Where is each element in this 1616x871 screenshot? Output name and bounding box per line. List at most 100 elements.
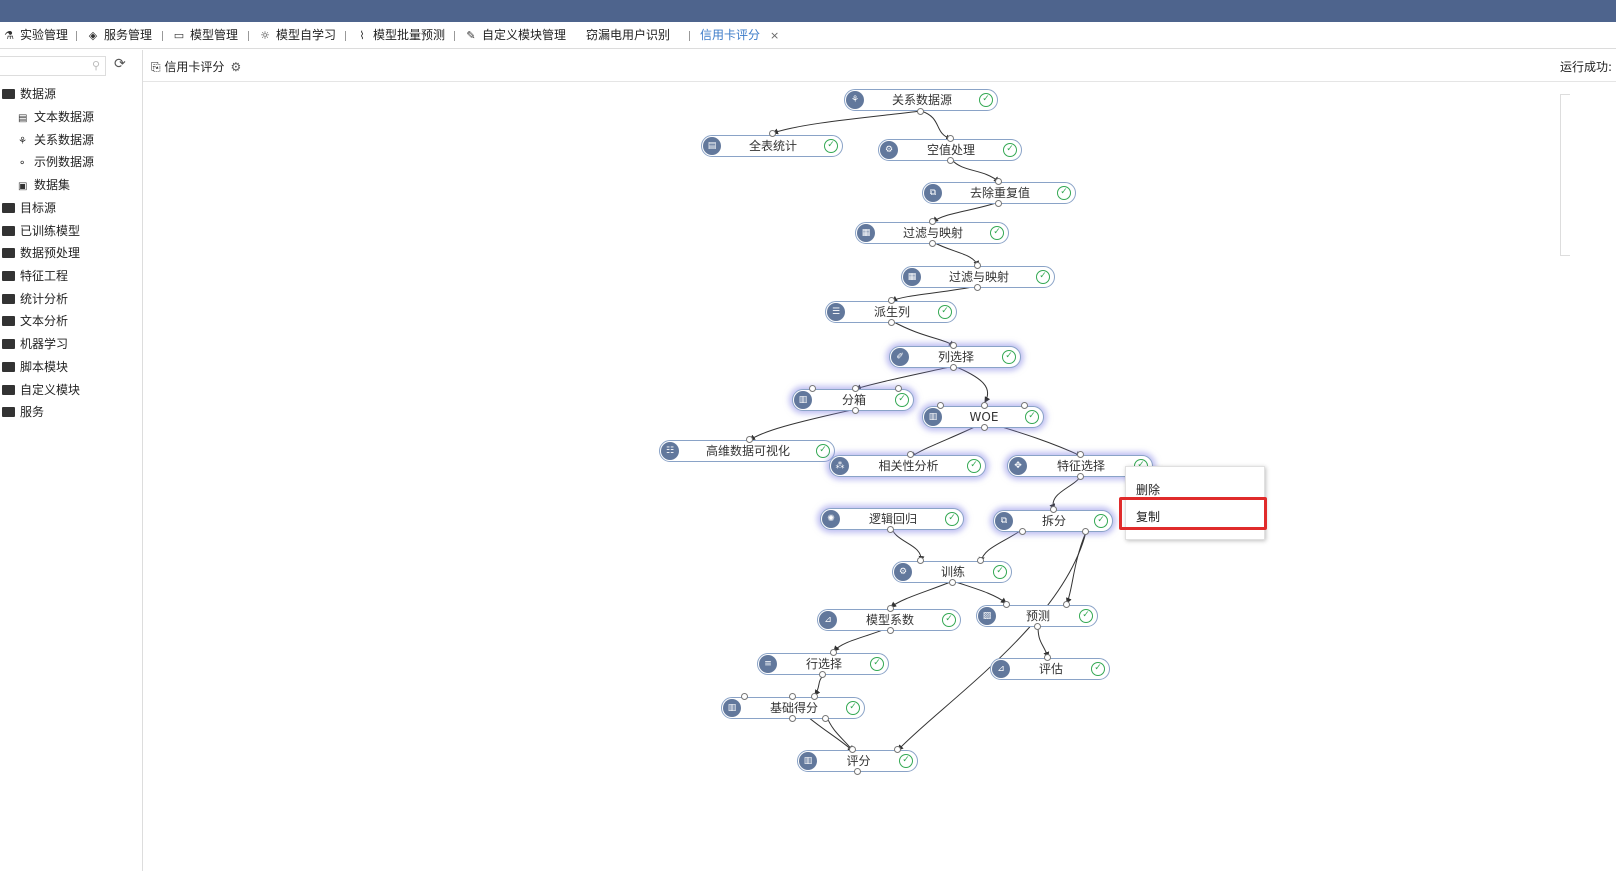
output-port[interactable] [852,407,859,414]
input-port[interactable] [981,402,988,409]
tab-batch-prediction[interactable]: ⌇ 模型批量预测 [355,22,445,49]
tab-custom-module-management[interactable]: ✎ 自定义模块管理 [464,22,566,49]
output-port[interactable] [995,200,1002,207]
output-port[interactable] [887,627,894,634]
input-port[interactable] [1063,601,1070,608]
input-port[interactable] [995,178,1002,185]
tree-item-text-data-source[interactable]: ▤ 文本数据源 [18,107,94,127]
output-port[interactable] [1082,528,1089,535]
input-port[interactable] [888,297,895,304]
input-port[interactable] [1021,402,1028,409]
input-port[interactable] [977,557,984,564]
folder-icon [2,203,15,213]
tree-item-machine-learning[interactable]: 机器学习 [2,334,68,354]
tree-item-dataset[interactable]: ▣ 数据集 [18,175,70,195]
tree-item-data-source[interactable]: 数据源 [2,84,56,104]
output-port[interactable] [1019,528,1026,535]
tab-model-self-learning[interactable]: ☼ 模型自学习 [258,22,336,49]
search-input[interactable]: ⚲ [0,56,106,76]
input-port[interactable] [947,135,954,142]
tree-item-data-preprocessing[interactable]: 数据预处理 [2,243,80,263]
tab-model-management[interactable]: ▭ 模型管理 [172,22,238,49]
hierarchy-icon: ⚘ [846,91,864,109]
output-port[interactable] [1034,623,1041,630]
output-port[interactable] [822,715,829,722]
tree-item-text-analysis[interactable]: 文本分析 [2,311,68,331]
input-port[interactable] [917,557,924,564]
output-port[interactable] [854,768,861,775]
tab-experiment-management[interactable]: ⚗ 实验管理 [2,22,68,49]
tab-electricity-theft[interactable]: 窃漏电用户识别 [586,22,670,49]
row-select-icon: ≡ [759,655,777,673]
input-port[interactable] [852,385,859,392]
tree-item-custom-module[interactable]: 自定义模块 [2,380,80,400]
input-port[interactable] [1050,506,1057,513]
output-port[interactable] [947,157,954,164]
check-icon: ✓ [938,305,952,319]
tree-item-trained-models[interactable]: 已训练模型 [2,221,80,241]
workflow-canvas[interactable]: ⚘ 关系数据源 ✓ ▤ 全表统计 ✓ ⚙ 空值处理 ✓ ⧉ 去除重复值 ✓ ▦ 过滤与映射 ✓ ▦ 过… [143,83,1616,871]
close-icon[interactable]: × [770,29,779,42]
canvas-title: ⎘ 信用卡评分 ⚙ [151,60,242,74]
output-port[interactable] [917,108,924,115]
split-icon: ⧉ [995,512,1013,530]
tree-item-relational-data-source[interactable]: ⚘ 关系数据源 [18,130,94,150]
input-port[interactable] [887,605,894,612]
tree-item-service[interactable]: 服务 [2,402,44,422]
input-port[interactable] [746,436,753,443]
input-port[interactable] [894,746,901,753]
tree-item-target-source[interactable]: 目标源 [2,198,56,218]
node-high-dim-visualization[interactable]: ☷ 高维数据可视化 ✓ [659,440,835,462]
folder-icon [2,271,15,281]
visualization-icon: ☷ [661,442,679,460]
tab-service-management[interactable]: ◈ 服务管理 [86,22,152,49]
output-port[interactable] [981,424,988,431]
output-port[interactable] [949,579,956,586]
chart-icon: ⌇ [359,29,365,42]
input-port[interactable] [1003,601,1010,608]
input-port[interactable] [895,385,902,392]
input-port[interactable] [907,451,914,458]
input-port[interactable] [974,262,981,269]
tab-credit-score[interactable]: 信用卡评分 × [700,22,779,49]
search-icon: ⚲ [91,59,100,72]
output-port[interactable] [789,715,796,722]
input-port[interactable] [809,385,816,392]
output-port[interactable] [950,364,957,371]
input-port[interactable] [769,130,776,137]
output-port[interactable] [1077,473,1084,480]
input-port[interactable] [849,746,856,753]
tree-item-script-module[interactable]: 脚本模块 [2,357,68,377]
output-port[interactable] [929,240,936,247]
input-port[interactable] [811,693,818,700]
input-port[interactable] [1077,451,1084,458]
input-port[interactable] [950,342,957,349]
check-icon: ✓ [945,512,959,526]
node-split[interactable]: ⧉ 拆分 ✓ [993,510,1113,532]
input-port[interactable] [1044,654,1051,661]
input-port[interactable] [830,649,837,656]
output-port[interactable] [974,284,981,291]
regression-icon: ✺ [822,510,840,528]
tree-item-statistical-analysis[interactable]: 统计分析 [2,289,68,309]
folder-icon [2,248,15,258]
table-icon: ▤ [703,137,721,155]
settings-icon[interactable]: ⚙ [230,60,241,74]
output-port[interactable] [819,671,826,678]
refresh-icon[interactable]: ⟳ [114,56,126,72]
input-port[interactable] [929,218,936,225]
output-port[interactable] [888,319,895,326]
check-icon: ✓ [899,754,913,768]
input-port[interactable] [741,693,748,700]
input-port[interactable] [937,402,944,409]
node-correlation-analysis[interactable]: ⁂ 相关性分析 ✓ [829,455,986,477]
right-side-panel-toggle[interactable] [1560,94,1570,256]
node-evaluate[interactable]: ⊿ 评估 ✓ [990,658,1110,680]
tree-item-feature-engineering[interactable]: 特征工程 [2,266,68,286]
tree-item-example-data-source[interactable]: ⚬ 示例数据源 [18,152,94,172]
output-port[interactable] [887,526,894,533]
menu-item-delete[interactable]: 删除 [1136,481,1160,498]
input-port[interactable] [789,693,796,700]
top-header-bar [0,0,1616,22]
node-full-table-stats[interactable]: ▤ 全表统计 ✓ [701,135,843,157]
